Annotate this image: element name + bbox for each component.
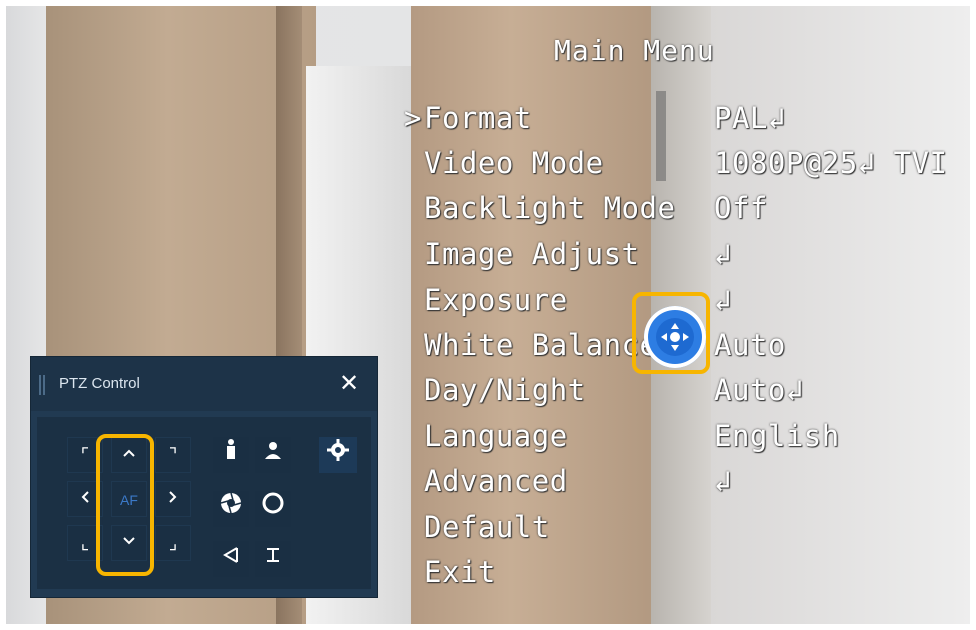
highlight-box-ptz-icon xyxy=(632,292,710,374)
iris-open-button[interactable] xyxy=(213,491,249,527)
scene-hinge xyxy=(656,91,666,181)
person-full-icon xyxy=(227,439,235,459)
osd-cursor: > xyxy=(404,101,422,135)
osd-menu-title: Main Menu xyxy=(554,34,715,67)
zoom-in-person-button[interactable] xyxy=(213,437,249,473)
osd-item-value: ↲ xyxy=(714,283,732,317)
osd-item-value: English xyxy=(714,419,840,453)
focus-far-icon xyxy=(267,548,279,562)
pan-right-button[interactable] xyxy=(155,481,191,517)
pan-down-right-button[interactable]: ⌟ xyxy=(155,525,191,561)
focus-far-button[interactable] xyxy=(255,541,291,577)
ptz-title: PTZ Control xyxy=(59,375,140,392)
video-frame: Main Menu > Format PAL↲ Video Mode 1080P… xyxy=(6,6,970,624)
osd-item-value: ↲ xyxy=(714,237,732,271)
iris-close-button[interactable] xyxy=(255,491,291,527)
osd-item-value: ↲ xyxy=(714,464,732,498)
ptz-header[interactable]: PTZ Control ✕ xyxy=(31,357,377,411)
zoom-out-person-button[interactable] xyxy=(255,437,291,473)
focus-near-icon xyxy=(223,547,238,563)
ptz-control-panel: PTZ Control ✕ ⌜ ⌝ AF ⌞ ⌟ xyxy=(30,356,378,598)
aperture-icon xyxy=(220,492,242,514)
ptz-body: ⌜ ⌝ AF ⌞ ⌟ xyxy=(37,417,371,589)
osd-item-value: Off xyxy=(714,191,768,225)
osd-item-label: Format xyxy=(424,101,532,135)
osd-item-label: Exposure xyxy=(424,283,568,317)
gear-icon xyxy=(327,439,349,461)
osd-item-label: Default xyxy=(424,510,550,544)
osd-item-value: PAL↲ xyxy=(714,101,786,135)
drag-handle-icon[interactable] xyxy=(39,375,45,395)
osd-item-value: Auto↲ xyxy=(714,373,804,407)
settings-button[interactable] xyxy=(319,437,357,473)
person-bust-icon xyxy=(265,442,281,459)
focus-near-button[interactable] xyxy=(213,541,249,577)
iris-ring-icon xyxy=(262,492,284,514)
osd-item-label: Video Mode xyxy=(424,146,604,180)
osd-item-label: Day/Night xyxy=(424,373,586,407)
close-icon[interactable]: ✕ xyxy=(335,369,363,397)
osd-item-label: Exit xyxy=(424,555,496,589)
osd-item-value: Auto xyxy=(714,328,786,362)
osd-item-label: Backlight Mode xyxy=(424,191,676,225)
osd-item-label: Image Adjust xyxy=(424,237,640,271)
scene-wall-right xyxy=(711,6,970,624)
osd-item-label: Advanced xyxy=(424,464,568,498)
osd-item-value: 1080P@25↲ TVI xyxy=(714,146,948,180)
osd-item-label: White Balance xyxy=(424,328,658,362)
osd-item-label: Language xyxy=(424,419,568,453)
chevron-right-icon xyxy=(169,491,177,503)
pan-up-right-button[interactable]: ⌝ xyxy=(155,437,191,473)
chevron-left-icon xyxy=(81,491,89,503)
highlight-box-ptz-arrows xyxy=(96,434,154,576)
